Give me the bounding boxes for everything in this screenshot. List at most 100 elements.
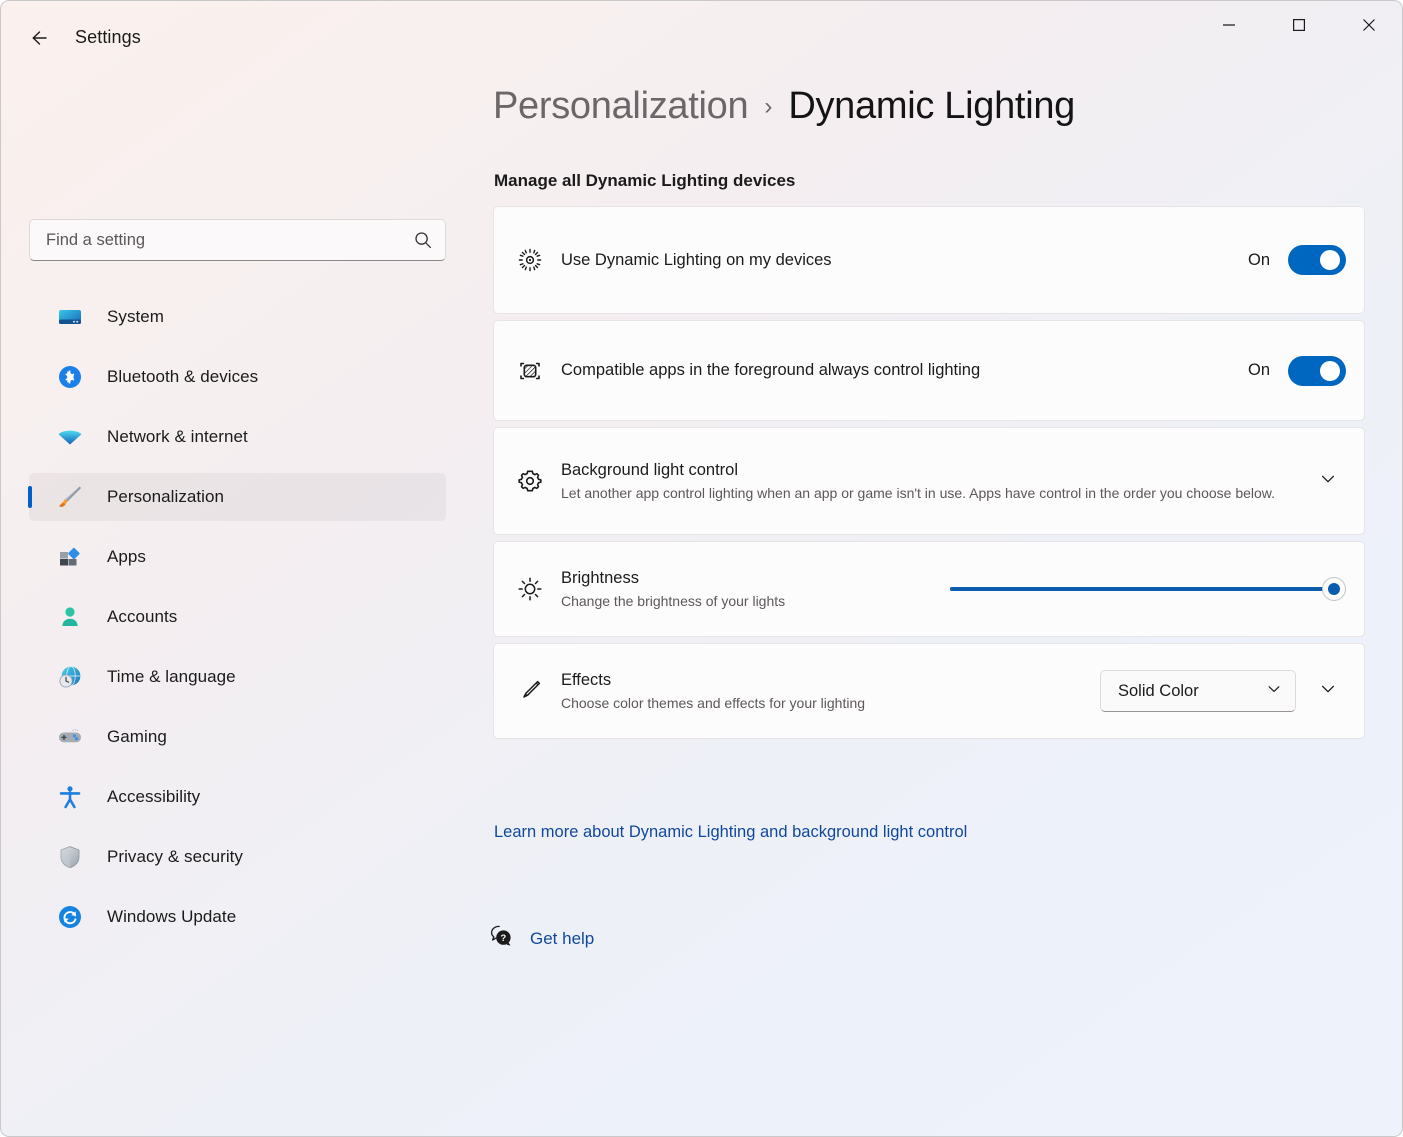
sidebar-item-label: Accounts (107, 607, 178, 626)
foreground-app-icon (515, 356, 561, 386)
card-title: Background light control (561, 460, 739, 479)
sidebar-item-personalization[interactable]: Personalization (28, 473, 446, 521)
card-subtitle: Change the brightness of your lights (561, 592, 786, 609)
sidebar-item-accounts[interactable]: Accounts (29, 593, 446, 641)
sidebar-item-label: Windows Update (107, 907, 237, 926)
card-title: Brightness (561, 568, 639, 587)
get-help-label: Get help (530, 928, 595, 948)
sidebar-item-time-language[interactable]: Time & language (29, 653, 446, 701)
app-title: Settings (75, 27, 141, 47)
card-controls (950, 573, 1346, 605)
breadcrumb-parent-link[interactable]: Personalization (493, 85, 749, 128)
svg-text:?: ? (501, 932, 507, 943)
learn-more-link[interactable]: Learn more about Dynamic Lighting and ba… (494, 823, 967, 842)
card-controls: Solid Color (1100, 670, 1346, 712)
paintbrush-icon (55, 482, 85, 512)
gamepad-icon (55, 722, 85, 752)
title-bar: Settings (1, 1, 1402, 75)
card-background-light-control[interactable]: Background light control Let another app… (493, 427, 1365, 535)
sidebar-item-label: Bluetooth & devices (107, 367, 259, 386)
update-refresh-icon (55, 902, 85, 932)
section-title: Manage all Dynamic Lighting devices (494, 171, 796, 190)
sidebar-item-label: Accessibility (107, 787, 201, 806)
toggle-use-dynamic-lighting[interactable]: On (1248, 245, 1346, 275)
card-subtitle: Let another app control lighting when an… (561, 484, 1276, 501)
sidebar-item-network-internet[interactable]: Network & internet (29, 413, 446, 461)
page-title: Dynamic Lighting (788, 85, 1076, 127)
toggle-switch[interactable] (1288, 245, 1346, 275)
sidebar-item-privacy-security[interactable]: Privacy & security (29, 833, 446, 881)
clock-globe-icon (55, 662, 85, 692)
card-text-block: Compatible apps in the foreground always… (561, 359, 1248, 381)
wifi-icon (55, 422, 85, 452)
gear-icon (515, 466, 561, 496)
sidebar-item-label: Apps (107, 547, 146, 566)
sun-icon (515, 574, 561, 604)
sidebar-nav: System Bluetooth & devices Network & int… (28, 293, 446, 953)
brightness-slider[interactable] (950, 573, 1346, 605)
person-icon (55, 602, 85, 632)
expand-effects-button[interactable] (1310, 673, 1346, 709)
search-input[interactable] (46, 230, 413, 250)
window-controls (1194, 1, 1402, 49)
effects-dropdown-value: Solid Color (1118, 681, 1199, 700)
sidebar-item-label: System (107, 307, 164, 326)
card-text-block: Effects Choose color themes and effects … (561, 669, 1100, 714)
toggle-knob (1320, 250, 1340, 270)
toggle-knob (1320, 360, 1340, 381)
card-controls: On (1248, 245, 1346, 275)
search-box[interactable] (29, 219, 446, 261)
search-icon (413, 230, 433, 250)
toggle-foreground-control[interactable]: On (1247, 355, 1346, 386)
accessibility-icon (55, 782, 85, 812)
slider-thumb[interactable] (1322, 577, 1346, 601)
effects-dropdown[interactable]: Solid Color (1100, 670, 1296, 712)
help-question-bubble-icon: ? (486, 921, 516, 956)
settings-card-list: Use Dynamic Lighting on my devices On Co… (493, 206, 1365, 745)
settings-window: Settings Find a setting System Bluetooth… (0, 0, 1403, 1137)
expand-background-light-control-button[interactable] (1310, 463, 1346, 499)
sidebar-item-system[interactable]: System (29, 293, 446, 341)
light-burst-icon (515, 245, 561, 275)
sidebar-item-bluetooth-devices[interactable]: Bluetooth & devices (29, 353, 446, 401)
system-monitor-icon (55, 302, 85, 332)
card-brightness: Brightness Change the brightness of your… (493, 541, 1365, 637)
close-button[interactable] (1334, 1, 1402, 49)
get-help-link[interactable]: ? Get help (486, 921, 594, 956)
breadcrumb-separator-icon: › (764, 93, 773, 120)
bluetooth-icon (55, 362, 85, 392)
toggle-state-label: On (1247, 361, 1270, 379)
chevron-down-icon (1266, 681, 1282, 702)
card-foreground-control: Compatible apps in the foreground always… (493, 320, 1365, 421)
sidebar-item-label: Gaming (107, 727, 167, 746)
chevron-down-icon (1319, 680, 1337, 703)
card-title: Effects (561, 670, 612, 689)
paintbrush-outline-icon (515, 676, 561, 706)
sidebar-item-gaming[interactable]: Gaming (29, 713, 446, 761)
sidebar: System Bluetooth & devices (1, 75, 477, 1136)
breadcrumb: Personalization › Dynamic Lighting (493, 85, 1075, 128)
back-button[interactable] (21, 20, 57, 56)
sidebar-item-label: Network & internet (107, 427, 248, 446)
slider-fill (950, 587, 1334, 591)
toggle-state-label: On (1247, 250, 1270, 269)
minimize-button[interactable] (1194, 1, 1264, 49)
card-effects: Effects Choose color themes and effects … (493, 643, 1365, 739)
sidebar-item-accessibility[interactable]: Accessibility (29, 773, 446, 821)
sidebar-item-windows-update[interactable]: Windows Update (29, 893, 446, 941)
maximize-button[interactable] (1264, 1, 1334, 49)
toggle-switch[interactable] (1288, 355, 1346, 386)
card-subtitle: Choose color themes and effects for your… (561, 694, 866, 711)
card-controls (1310, 463, 1346, 499)
card-title: Compatible apps in the foreground always… (561, 361, 981, 380)
card-title: Use Dynamic Lighting on my devices (561, 250, 832, 269)
sidebar-item-label: Personalization (107, 487, 224, 506)
content-pane: Personalization › Dynamic Lighting Manag… (477, 75, 1402, 1136)
sidebar-item-label: Time & language (107, 667, 236, 686)
card-text-block: Use Dynamic Lighting on my devices (561, 249, 1248, 271)
card-use-dynamic-lighting: Use Dynamic Lighting on my devices On (493, 206, 1365, 314)
apps-squares-icon (55, 542, 85, 572)
card-controls: On (1247, 355, 1346, 386)
card-text-block: Background light control Let another app… (561, 459, 1310, 504)
sidebar-item-apps[interactable]: Apps (29, 533, 446, 581)
